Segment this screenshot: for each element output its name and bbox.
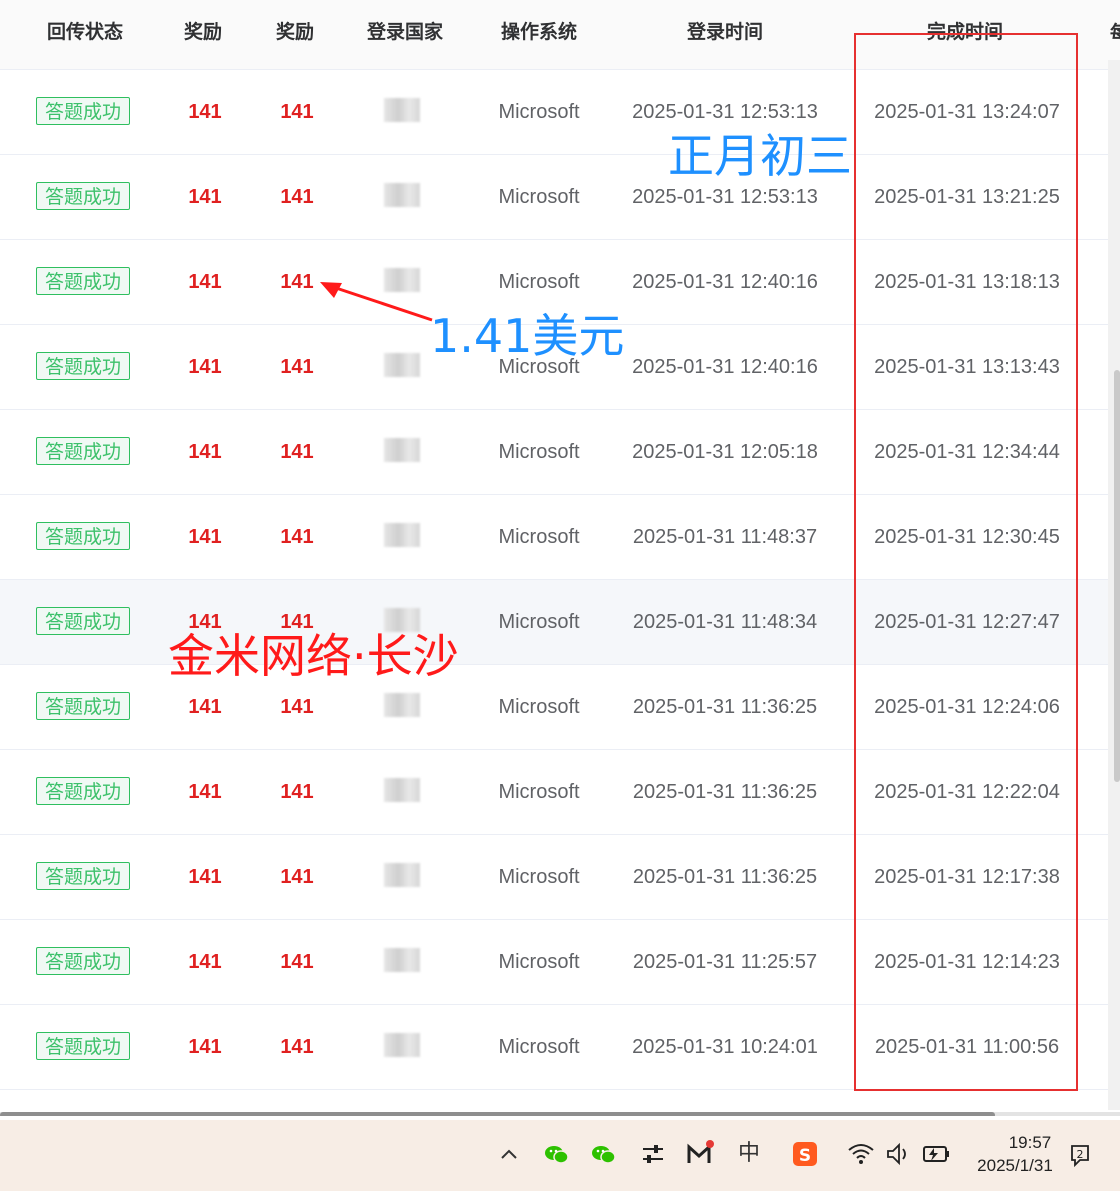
login-country-redacted: [384, 863, 420, 887]
login-time-cell: 2025-01-31 11:36:25: [632, 696, 818, 718]
sogou-icon[interactable]: S: [790, 1136, 820, 1172]
login-time-cell: 2025-01-31 11:36:25: [632, 781, 818, 803]
reward-1-cell: 141: [188, 1036, 222, 1058]
horizontal-scrollbar-thumb[interactable]: [0, 1112, 995, 1116]
clock-time[interactable]: 19:57: [990, 1133, 1070, 1153]
settings-sliders-icon[interactable]: [640, 1136, 666, 1172]
login-country-redacted: [384, 98, 420, 122]
os-cell: Microsoft: [498, 951, 580, 973]
reward-2-cell: 141: [280, 101, 314, 123]
login-country-redacted: [384, 438, 420, 462]
reward-2-cell: 141: [280, 526, 314, 548]
login-country-redacted: [384, 778, 420, 802]
reward-2-cell: 141: [280, 951, 314, 973]
login-time-cell: 2025-01-31 12:40:16: [632, 271, 818, 293]
finish-time-highlight-box: [854, 33, 1078, 1091]
gmail-icon[interactable]: [686, 1136, 716, 1172]
svg-text:S: S: [799, 1146, 811, 1166]
status-badge: 答题成功: [36, 97, 130, 125]
status-badge: 答题成功: [36, 692, 130, 720]
watermark-annotation: 金米网络·长沙: [168, 629, 459, 683]
os-cell: Microsoft: [498, 101, 580, 123]
status-badge: 答题成功: [36, 352, 130, 380]
reward-2-cell: 141: [280, 866, 314, 888]
os-cell: Microsoft: [498, 526, 580, 548]
battery-icon[interactable]: [920, 1136, 952, 1172]
status-badge: 答题成功: [36, 267, 130, 295]
svg-text:2: 2: [1077, 1148, 1084, 1161]
header-login-country[interactable]: 登录国家: [350, 0, 460, 64]
status-badge: 答题成功: [36, 437, 130, 465]
ime-chinese-icon[interactable]: 中: [734, 1136, 764, 1172]
reward-1-cell: 141: [188, 951, 222, 973]
os-cell: Microsoft: [498, 1036, 580, 1058]
reward-1-cell: 141: [188, 866, 222, 888]
notification-icon[interactable]: 2: [1066, 1136, 1094, 1172]
header-reward-1[interactable]: 奖励: [158, 0, 248, 64]
reward-2-cell: 141: [280, 781, 314, 803]
login-time-cell: 2025-01-31 11:48:34: [632, 611, 818, 633]
wifi-icon[interactable]: [846, 1136, 876, 1172]
status-badge: 答题成功: [36, 182, 130, 210]
login-country-redacted: [384, 693, 420, 717]
login-country-redacted: [384, 183, 420, 207]
status-badge: 答题成功: [36, 862, 130, 890]
reward-1-cell: 141: [188, 356, 222, 378]
login-country-redacted: [384, 948, 420, 972]
reward-1-cell: 141: [188, 101, 222, 123]
reward-1-cell: 141: [188, 271, 222, 293]
os-cell: Microsoft: [498, 441, 580, 463]
status-badge: 答题成功: [36, 947, 130, 975]
reward-1-cell: 141: [188, 441, 222, 463]
arrow-annotation: [320, 282, 433, 322]
login-time-cell: 2025-01-31 11:48:37: [632, 526, 818, 548]
chevron-up-icon[interactable]: [496, 1136, 522, 1172]
reward-2-cell: 141: [280, 1036, 314, 1058]
reward-2-cell: 141: [280, 356, 314, 378]
login-time-cell: 2025-01-31 12:40:16: [632, 356, 818, 378]
os-cell: Microsoft: [498, 696, 580, 718]
date-annotation: 正月初三: [668, 129, 852, 183]
reward-1-cell: 141: [188, 781, 222, 803]
header-os[interactable]: 操作系统: [484, 0, 594, 64]
os-cell: Microsoft: [498, 781, 580, 803]
vertical-scrollbar-thumb[interactable]: [1114, 370, 1120, 782]
reward-2-cell: 141: [280, 441, 314, 463]
wechat-icon[interactable]: [589, 1136, 619, 1172]
amount-annotation: 1.41美元: [430, 309, 625, 363]
status-badge: 答题成功: [36, 522, 130, 550]
login-country-redacted: [384, 523, 420, 547]
login-time-cell: 2025-01-31 11:36:25: [632, 866, 818, 888]
os-cell: Microsoft: [498, 866, 580, 888]
login-country-redacted: [384, 1033, 420, 1057]
wechat-icon[interactable]: [542, 1136, 572, 1172]
os-cell: Microsoft: [498, 611, 580, 633]
status-badge: 答题成功: [36, 777, 130, 805]
header-cut-off: 每: [1110, 22, 1120, 44]
login-time-cell: 2025-01-31 12:05:18: [632, 441, 818, 463]
header-reward-2[interactable]: 奖励: [250, 0, 340, 64]
os-cell: Microsoft: [498, 186, 580, 208]
reward-2-cell: 141: [280, 186, 314, 208]
windows-taskbar: 中 S 19:57 2025/1/31 2: [0, 1120, 1120, 1191]
reward-1-cell: 141: [188, 186, 222, 208]
volume-icon[interactable]: [884, 1136, 914, 1172]
status-badge: 答题成功: [36, 1032, 130, 1060]
header-login-time[interactable]: 登录时间: [650, 0, 800, 64]
login-time-cell: 2025-01-31 11:25:57: [632, 951, 818, 973]
status-badge: 答题成功: [36, 607, 130, 635]
login-country-redacted: [384, 353, 420, 377]
header-callback-status[interactable]: 回传状态: [30, 0, 140, 64]
clock-date[interactable]: 2025/1/31: [962, 1156, 1068, 1176]
reward-1-cell: 141: [188, 526, 222, 548]
login-time-cell: 2025-01-31 10:24:01: [632, 1036, 818, 1058]
